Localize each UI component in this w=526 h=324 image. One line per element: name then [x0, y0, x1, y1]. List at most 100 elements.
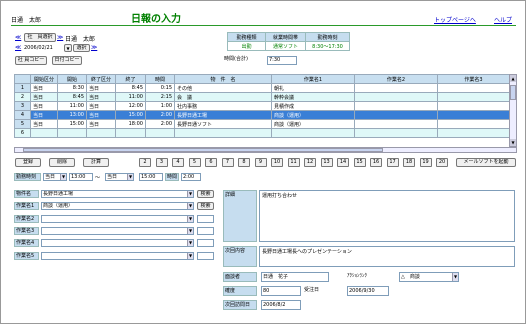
table-row[interactable]: 2 当日 8:45 当日 11:00 2:15 会 議幹粋会議 [14, 92, 510, 102]
table-cell[interactable]: 1:00 [145, 101, 175, 111]
work1-select[interactable]: 商談（運用） ▼ [41, 202, 194, 210]
contact-input[interactable]: 日通 花子 [261, 272, 329, 282]
table-cell[interactable]: 2:00 [145, 110, 175, 120]
detail-textarea[interactable]: 運用打ち合わせ [259, 190, 515, 242]
table-row[interactable]: 6 [14, 128, 510, 138]
page-button[interactable]: 13 [320, 158, 333, 167]
date-prev[interactable]: ≪ [15, 44, 21, 51]
table-cell[interactable] [437, 110, 510, 120]
scroll-thumb[interactable] [510, 85, 516, 100]
grid-header-work2[interactable]: 作業名2 [354, 74, 438, 84]
table-cell[interactable] [145, 128, 175, 138]
table-cell[interactable]: 当日 [86, 119, 116, 129]
table-row[interactable]: 4 当日 13:00 当日 15:00 2:00 長野日通工場 商談（運用） [14, 110, 510, 120]
page-button[interactable]: 3 [155, 158, 168, 167]
table-cell[interactable]: 12:00 [115, 101, 146, 111]
page-button[interactable]: 9 [254, 158, 267, 167]
table-cell[interactable] [437, 128, 510, 138]
grid-header-end[interactable]: 終了 [115, 74, 146, 84]
page-button[interactable]: 12 [304, 158, 316, 167]
scroll-up-icon[interactable]: ▲ [510, 75, 516, 82]
table-cell[interactable]: 見積作成 [271, 101, 355, 111]
table-cell[interactable]: 商談（運用） [271, 119, 355, 129]
table-cell[interactable] [57, 128, 87, 138]
table-cell[interactable]: 長野日通工場 [174, 110, 272, 120]
page-button[interactable]: 4 [172, 158, 184, 167]
start-type-select[interactable]: 当日 ▼ [43, 173, 67, 181]
table-cell[interactable] [354, 101, 438, 111]
table-cell[interactable] [437, 119, 510, 129]
end-time-input[interactable]: 15:00 [139, 173, 163, 181]
work5-select[interactable]: ▼ [41, 252, 194, 260]
table-cell[interactable]: その他 [174, 83, 272, 93]
hours-input[interactable]: 2:00 [181, 173, 201, 181]
work2-extra-input[interactable] [197, 215, 214, 223]
page-button[interactable]: 8 [238, 158, 250, 167]
work3-extra-input[interactable] [197, 227, 214, 235]
start-time-input[interactable]: 13:00 [69, 173, 93, 181]
table-row[interactable]: 5 当日 15:00 当日 18:00 2:00 長野日通ソフト 商談（運用） [14, 119, 510, 129]
table-cell[interactable]: 8:45 [115, 83, 146, 93]
next-plan-textarea[interactable]: 長野日通工場長へのプレゼンテーション [259, 246, 515, 267]
copy-employee-button[interactable]: 社 員コピー [15, 56, 47, 65]
grid-header-start-type[interactable]: 開始区分 [30, 74, 58, 84]
table-cell[interactable] [437, 83, 510, 93]
table-cell[interactable]: 当日 [30, 101, 58, 111]
table-cell[interactable]: 朝礼 [271, 83, 355, 93]
table-cell[interactable] [354, 128, 438, 138]
page-button[interactable]: 19 [419, 158, 432, 167]
table-cell[interactable]: 当日 [86, 110, 116, 120]
work4-extra-input[interactable] [197, 239, 214, 247]
table-row[interactable]: 3 当日 11:00 当日 12:00 1:00 社内事務 見積作成 [14, 101, 510, 111]
table-cell[interactable]: 商談（運用） [271, 110, 355, 120]
copy-date-button[interactable]: 日付コピー [52, 56, 82, 65]
table-cell[interactable] [354, 83, 438, 93]
table-cell[interactable]: 当日 [30, 83, 58, 93]
grid-header-end-type[interactable]: 終了区分 [86, 74, 116, 84]
table-cell[interactable] [30, 128, 58, 138]
page-button[interactable]: 6 [205, 158, 217, 167]
table-cell[interactable]: 当日 [30, 92, 58, 102]
date-select-button[interactable]: 選択 [73, 44, 90, 52]
work2-select[interactable]: ▼ [41, 215, 194, 223]
table-cell[interactable]: 8:45 [57, 92, 87, 102]
employee-select-button[interactable]: 社 員選択 [24, 33, 56, 42]
order-date-input[interactable]: 2006/9/30 [347, 286, 389, 296]
page-button[interactable]: 11 [287, 158, 300, 167]
table-row[interactable]: 1 当日 8:30 当日 8:45 0:15 その他 朝礼 [14, 83, 510, 93]
date-next[interactable]: ≫ [91, 44, 97, 51]
scroll-down-icon[interactable]: ▼ [510, 139, 516, 146]
table-cell[interactable]: 幹粋会議 [271, 92, 355, 102]
property-search-button[interactable]: 検索 [197, 190, 214, 198]
table-cell[interactable] [437, 92, 510, 102]
page-button[interactable]: 2 [139, 158, 151, 167]
table-cell[interactable]: 13:00 [57, 110, 87, 120]
end-type-select[interactable]: 当日 ▼ [105, 173, 134, 181]
page-button[interactable]: 15 [353, 158, 366, 167]
table-cell[interactable]: 0:15 [145, 83, 175, 93]
table-cell[interactable]: 会 議 [174, 92, 272, 102]
top-page-link[interactable]: トップページへ [434, 15, 476, 24]
grid-header-property[interactable]: 物 件 名 [174, 74, 272, 84]
table-cell[interactable]: 当日 [30, 119, 58, 129]
next-visit-input[interactable]: 2006/8/2 [261, 300, 301, 310]
table-cell[interactable]: 2:15 [145, 92, 175, 102]
mail-software-button[interactable]: メールソフトを起動 [456, 158, 516, 167]
table-cell[interactable]: 長野日通ソフト [174, 119, 272, 129]
page-button[interactable]: 20 [436, 158, 448, 167]
table-cell[interactable] [115, 128, 146, 138]
table-cell[interactable]: 18:00 [115, 119, 146, 129]
probability-input[interactable]: 80 [261, 286, 301, 296]
grid-header-start[interactable]: 開始 [57, 74, 87, 84]
table-cell[interactable]: 当日 [86, 101, 116, 111]
table-cell[interactable]: 11:00 [57, 101, 87, 111]
employee-prev[interactable]: ≪ [15, 34, 21, 41]
date-dropdown[interactable]: ▼ [64, 44, 72, 52]
page-button[interactable]: 10 [271, 158, 283, 167]
page-button[interactable]: 7 [221, 158, 234, 167]
table-cell[interactable] [354, 92, 438, 102]
work5-extra-input[interactable] [197, 252, 214, 260]
grid-header-work3[interactable]: 作業名3 [437, 74, 510, 84]
delete-button[interactable]: 削除 [49, 158, 75, 167]
page-button[interactable]: 17 [386, 158, 399, 167]
